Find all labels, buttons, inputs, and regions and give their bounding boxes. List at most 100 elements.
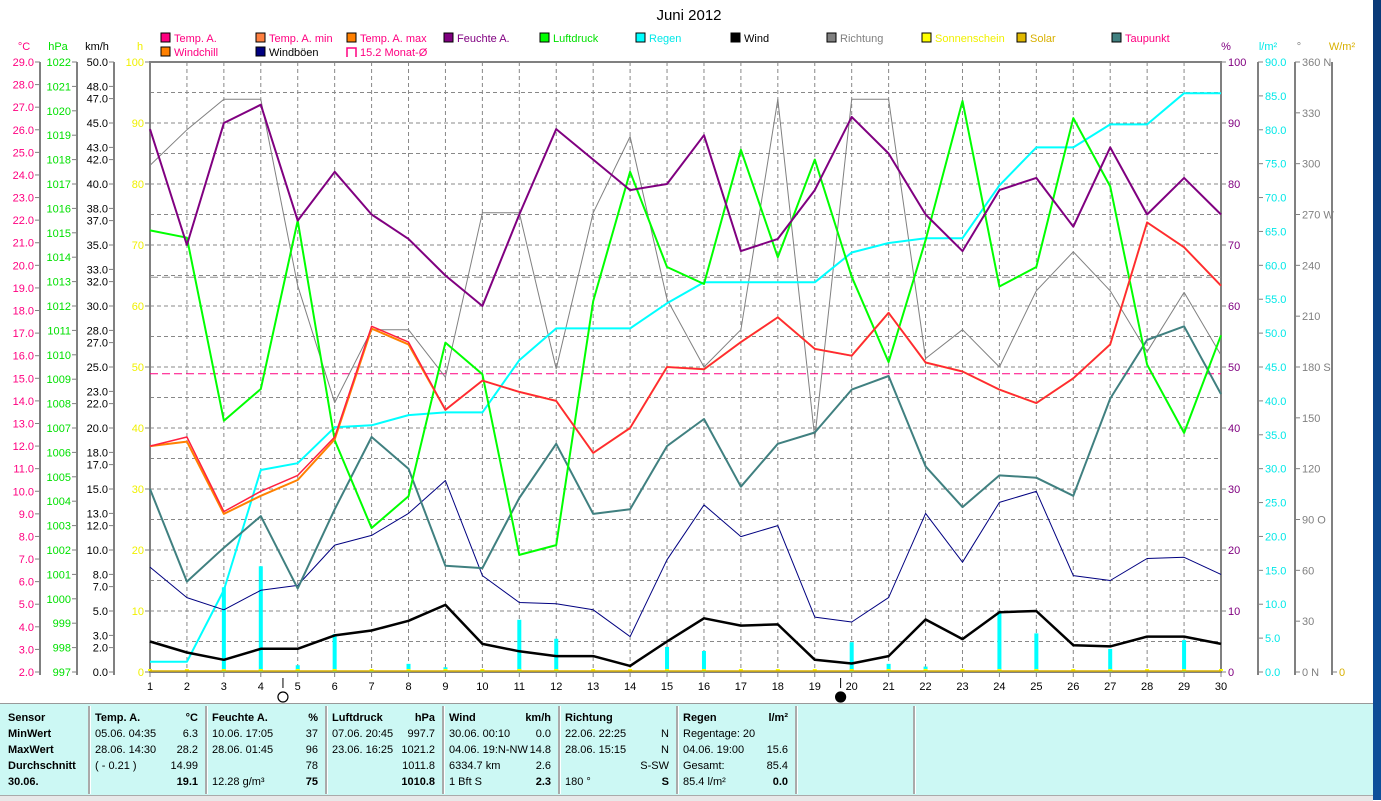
temp-tick-label: 29.0 — [13, 57, 34, 69]
desktop-background — [1373, 0, 1381, 800]
summary-cell-value: 37 — [305, 728, 318, 740]
hpa-tick-label: 1008 — [47, 399, 71, 411]
h-tick-label: 90 — [132, 118, 144, 130]
kmh-tick-label: 37.0 — [87, 216, 108, 228]
hpa-tick-label: 1003 — [47, 521, 71, 533]
kmh-axis-unit: km/h — [85, 41, 109, 53]
series-line-taupunkt — [149, 325, 1222, 590]
kmh-tick-label: 38.0 — [87, 203, 108, 215]
x-tick-label: 12 — [550, 681, 562, 693]
x-tick-label: 2 — [184, 681, 190, 693]
temp-tick-label: 14.0 — [13, 396, 34, 408]
kmh-tick-label: 40.0 — [87, 179, 108, 191]
legend-label: Windböen — [269, 47, 319, 59]
rain-tick-label: 5.0 — [1265, 633, 1280, 645]
column-divider — [88, 706, 91, 794]
dir-tick-label: 0 N — [1302, 667, 1319, 679]
column-divider — [676, 706, 679, 794]
h-axis-unit: h — [137, 41, 143, 53]
x-tick-label: 28 — [1141, 681, 1153, 693]
summary-cell-value: S-SW — [640, 760, 669, 772]
temp-tick-label: 22.0 — [13, 215, 34, 227]
rain-tick-label: 15.0 — [1265, 565, 1286, 577]
summary-column-unit: % — [308, 712, 318, 724]
rain-bar — [849, 642, 854, 672]
kmh-tick-label: 18.0 — [87, 447, 108, 459]
dir-tick-label: 330 — [1302, 108, 1320, 120]
kmh-tick-label: 0.0 — [93, 667, 108, 679]
summary-cell-value: 85.4 — [766, 760, 788, 772]
summary-cell-value: 19.1 — [176, 776, 198, 788]
summary-column-unit: l/m² — [768, 712, 788, 724]
hpa-tick-label: 1005 — [47, 472, 71, 484]
x-tick-label: 10 — [476, 681, 488, 693]
h-tick-label: 80 — [132, 179, 144, 191]
grid — [149, 61, 1222, 673]
column-divider — [325, 706, 328, 794]
dir-tick-label: 240 — [1302, 260, 1320, 272]
legend-label: Sonnenschein — [935, 33, 1005, 45]
h-tick-label: 60 — [132, 301, 144, 313]
kmh-tick-label: 45.0 — [87, 118, 108, 130]
temp-tick-label: 6.0 — [19, 577, 34, 589]
sensor-row-label: Durchschnitt — [8, 760, 76, 772]
summary-cell-value: 1010.8 — [401, 776, 435, 788]
hpa-tick-label: 1018 — [47, 155, 71, 167]
rain-tick-label: 90.0 — [1265, 57, 1286, 69]
x-tick-label: 6 — [332, 681, 338, 693]
hpa-tick-label: 1001 — [47, 569, 71, 581]
summary-cell-value: 15.6 — [766, 744, 788, 756]
h-tick-label: 50 — [132, 362, 144, 374]
legend-label: Solar — [1030, 33, 1056, 45]
hpa-tick-label: 1010 — [47, 350, 71, 362]
x-tick-label: 26 — [1067, 681, 1079, 693]
legend-label: Taupunkt — [1125, 33, 1170, 45]
x-tick-label: 16 — [698, 681, 710, 693]
legend-swatch — [255, 32, 266, 43]
hpa-tick-label: 1015 — [47, 228, 71, 240]
kmh-tick-label: 7.0 — [93, 582, 108, 594]
legend-swatch — [1016, 32, 1027, 43]
pct-tick-label: 70 — [1228, 240, 1240, 252]
sensor-header: Sensor — [8, 712, 46, 724]
x-tick-label: 20 — [846, 681, 858, 693]
dir-tick-label: 360 N — [1302, 57, 1331, 69]
temp-tick-label: 15.0 — [13, 373, 34, 385]
rain-bar — [1034, 633, 1039, 672]
x-tick-label: 24 — [993, 681, 1005, 693]
hpa-tick-label: 1019 — [47, 130, 71, 142]
pct-tick-label: 90 — [1228, 118, 1240, 130]
temp-tick-label: 11.0 — [13, 464, 34, 476]
hpa-tick-label: 997 — [53, 667, 71, 679]
legend-label: Temp. A. max — [360, 33, 427, 45]
kmh-tick-label: 28.0 — [87, 325, 108, 337]
x-tick-label: 19 — [809, 681, 821, 693]
temp-tick-label: 23.0 — [13, 193, 34, 205]
column-divider — [558, 706, 561, 794]
kmh-tick-label: 43.0 — [87, 142, 108, 154]
h-tick-label: 30 — [132, 484, 144, 496]
hpa-tick-label: 1004 — [47, 496, 71, 508]
temp-tick-label: 25.0 — [13, 147, 34, 159]
rain-axis-unit: l/m² — [1259, 41, 1278, 53]
status-bar — [0, 795, 1373, 801]
temp-axis-unit: °C — [18, 41, 30, 53]
x-tick-label: 21 — [882, 681, 894, 693]
summary-cell-value: 6.3 — [182, 728, 198, 740]
rain-bar — [997, 613, 1002, 672]
series-line-wind — [149, 603, 1222, 668]
hpa-tick-label: 1000 — [47, 594, 71, 606]
hpa-tick-label: 998 — [53, 643, 71, 655]
hpa-tick-label: 1020 — [47, 106, 71, 118]
hpa-tick-label: 1021 — [47, 81, 71, 93]
summary-cell-value: 1011.8 — [402, 760, 435, 772]
x-tick-label: 30 — [1215, 681, 1227, 693]
legend-label: Temp. A. min — [269, 33, 333, 45]
legend-label: Temp. A. — [174, 33, 217, 45]
hpa-tick-label: 1013 — [47, 277, 71, 289]
legend-label: Feuchte A. — [457, 33, 510, 45]
summary-cell-value: 14.8 — [529, 744, 551, 756]
temp-tick-label: 10.0 — [13, 486, 34, 498]
hpa-tick-label: 999 — [53, 618, 71, 630]
summary-cell-value: 2.6 — [535, 760, 551, 772]
